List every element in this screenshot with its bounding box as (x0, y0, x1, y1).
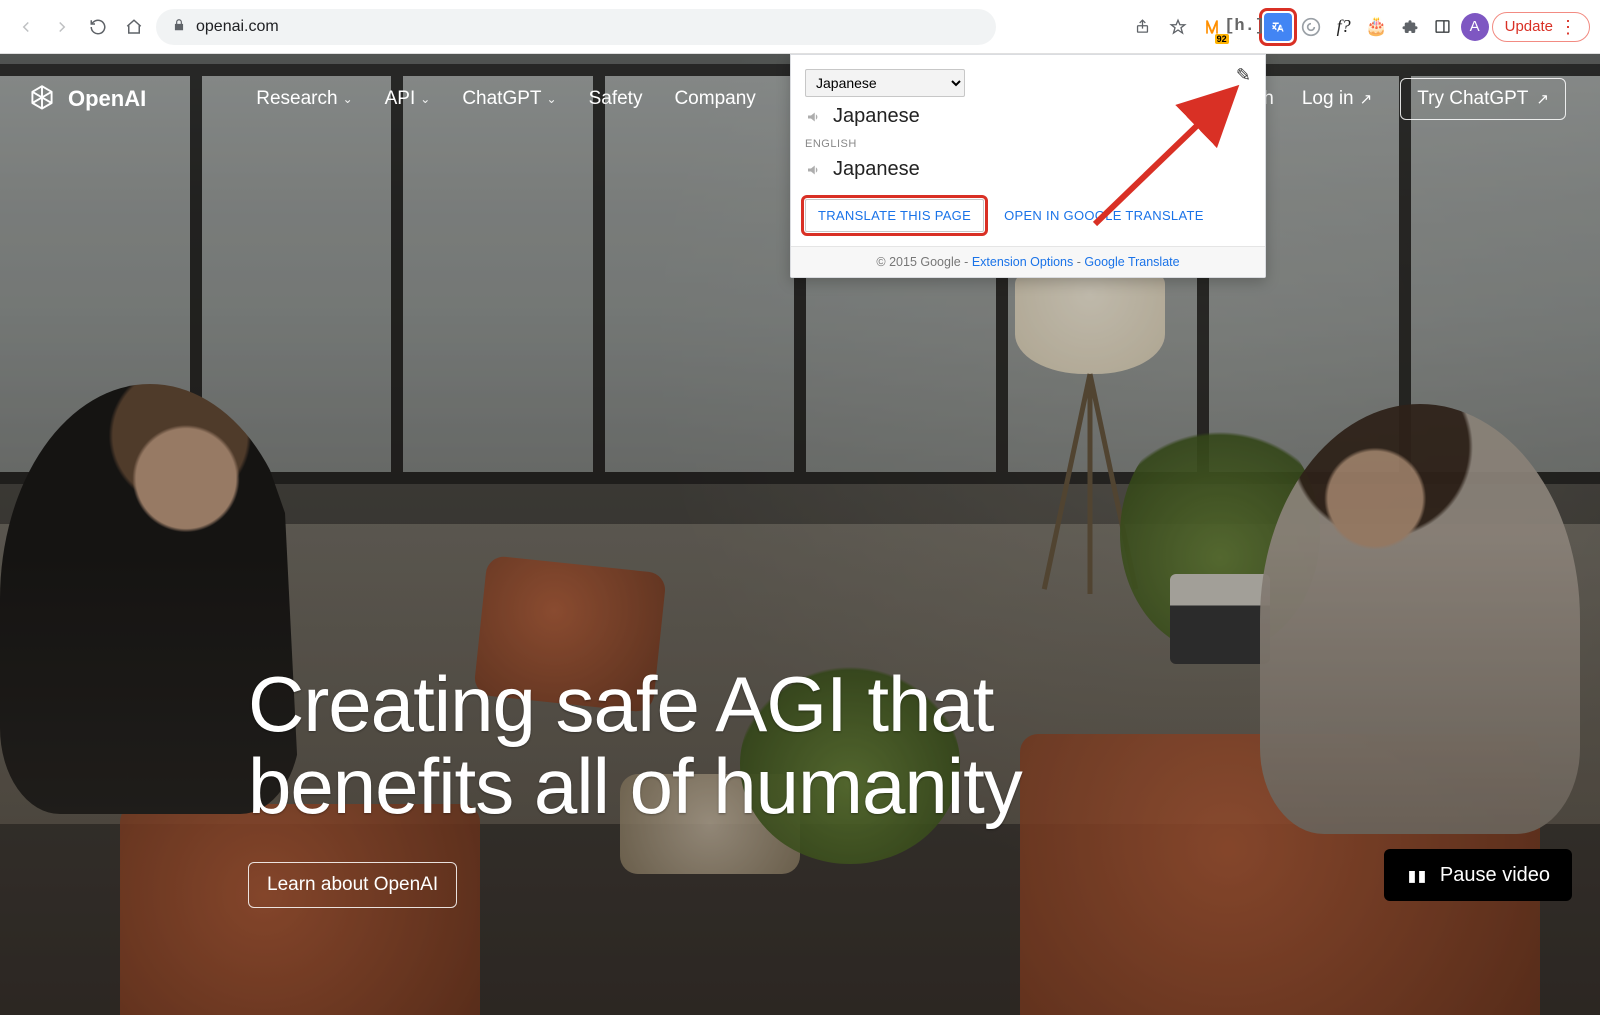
chevron-down-icon: ⌄ (420, 92, 430, 106)
copyright-icon: © (876, 255, 885, 269)
ext-google-translate-highlight (1263, 12, 1293, 42)
pause-icon: ▮▮ (1406, 863, 1426, 887)
site-logo[interactable]: OpenAI (26, 83, 146, 115)
share-icon[interactable] (1127, 11, 1159, 43)
nav-safety[interactable]: Safety (589, 88, 643, 110)
open-in-google-translate-link[interactable]: OPEN IN GOOGLE TRANSLATE (1004, 208, 1204, 223)
nav-reload-button[interactable] (82, 11, 114, 43)
write-icon[interactable]: ✎ (1236, 65, 1251, 86)
lock-icon (172, 18, 186, 35)
header-right: ch Log in ↗ Try ChatGPT ↗ (1254, 78, 1566, 120)
hero-line-2: benefits all of humanity (248, 746, 1022, 828)
nav-forward-button[interactable] (46, 11, 78, 43)
ext-hn-icon[interactable]: [h.] (1230, 12, 1260, 42)
nav-api[interactable]: API⌄ (385, 88, 431, 110)
try-chatgpt-button[interactable]: Try ChatGPT ↗ (1400, 78, 1566, 120)
chevron-down-icon: ⌄ (343, 92, 353, 106)
nav-back-button[interactable] (10, 11, 42, 43)
ext-whatfont-icon[interactable]: f? (1329, 12, 1359, 42)
chevron-down-icon: ⌄ (547, 92, 557, 106)
address-bar-text: openai.com (196, 18, 279, 36)
popup-footer: © 2015 Google - Extension Options - Goog… (791, 246, 1265, 277)
translate-page-button[interactable]: TRANSLATE THIS PAGE (805, 199, 984, 232)
openai-logo-icon (26, 83, 58, 115)
language-select[interactable]: Japanese (805, 69, 965, 97)
ext-amazon-icon[interactable]: 92 (1197, 12, 1227, 42)
hero-headline: Creating safe AGI that benefits all of h… (248, 664, 1022, 828)
footer-copyright: 2015 Google (889, 255, 961, 269)
pause-label: Pause video (1440, 864, 1550, 887)
ext-cake-icon[interactable]: 🎂 (1362, 12, 1392, 42)
nav-chatgpt[interactable]: ChatGPT⌄ (462, 88, 556, 110)
nav-home-button[interactable] (118, 11, 150, 43)
site-brand-text: OpenAI (68, 86, 146, 112)
browser-toolbar: openai.com 92 [h.] f? 🎂 A (0, 0, 1600, 54)
source-word-row: Japanese (805, 105, 1251, 128)
page-content: OpenAI Research⌄ API⌄ ChatGPT⌄ Safety Co… (0, 54, 1600, 1015)
translate-extension-popup: Japanese ✎ Japanese ENGLISH Japanese TRA… (790, 54, 1266, 278)
speaker-icon[interactable] (805, 161, 823, 179)
footer-google-translate-link[interactable]: Google Translate (1084, 255, 1179, 269)
nav-research[interactable]: Research⌄ (256, 88, 352, 110)
side-panel-icon[interactable] (1428, 12, 1458, 42)
kebab-menu-icon[interactable]: ⋮ (1559, 18, 1577, 36)
extensions-puzzle-icon[interactable] (1395, 12, 1425, 42)
speaker-icon[interactable] (805, 108, 823, 126)
footer-extension-options-link[interactable]: Extension Options (972, 255, 1073, 269)
update-label: Update (1505, 18, 1553, 35)
nav-company[interactable]: Company (674, 88, 755, 110)
external-arrow-icon: ↗ (1360, 90, 1373, 108)
pause-video-button[interactable]: ▮▮ Pause video (1384, 849, 1572, 901)
address-bar[interactable]: openai.com (156, 9, 996, 45)
toolbar-right: 92 [h.] f? 🎂 A Update ⋮ (1127, 11, 1590, 43)
source-word: Japanese (833, 105, 920, 128)
target-word: Japanese (833, 158, 920, 181)
hero-line-1: Creating safe AGI that (248, 664, 1022, 746)
target-lang-label: ENGLISH (805, 138, 1251, 150)
profile-avatar[interactable]: A (1461, 13, 1489, 41)
ext-grammarly-icon[interactable] (1296, 12, 1326, 42)
ext-google-translate-icon[interactable] (1264, 13, 1292, 41)
target-word-row: Japanese (805, 158, 1251, 181)
nav-login[interactable]: Log in ↗ (1302, 88, 1372, 110)
browser-update-button[interactable]: Update ⋮ (1492, 12, 1590, 42)
learn-about-button[interactable]: Learn about OpenAI (248, 862, 457, 908)
external-arrow-icon: ↗ (1536, 90, 1549, 108)
bookmark-star-icon[interactable] (1162, 11, 1194, 43)
primary-nav: Research⌄ API⌄ ChatGPT⌄ Safety Company (256, 88, 756, 110)
